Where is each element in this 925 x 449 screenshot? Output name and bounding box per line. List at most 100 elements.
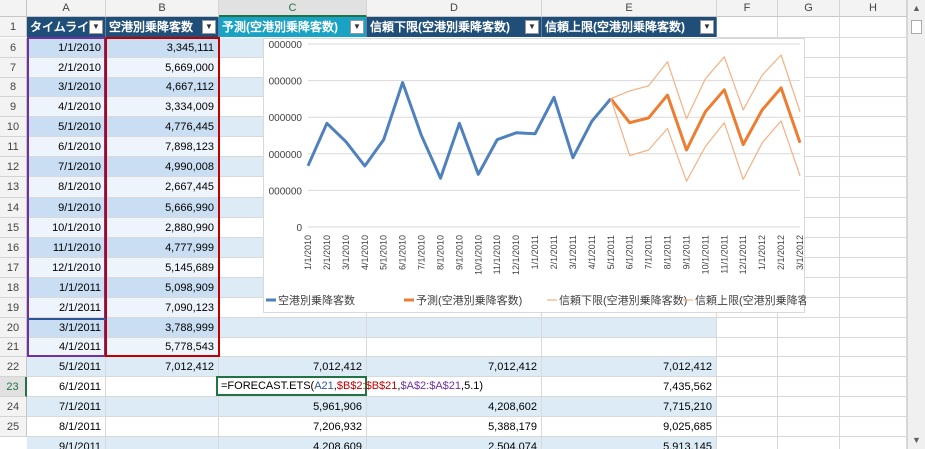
cell[interactable] xyxy=(840,318,907,338)
cell[interactable]: 5/1/2011 xyxy=(27,357,106,377)
row-header[interactable]: 9 xyxy=(0,97,27,117)
cell[interactable]: 4,776,445 xyxy=(106,117,219,137)
cell[interactable] xyxy=(106,417,219,437)
row-header[interactable]: 13 xyxy=(0,177,27,198)
cell[interactable]: 10/1/2010 xyxy=(27,218,106,238)
cell[interactable]: 2/1/2010 xyxy=(27,58,106,78)
column-header-c[interactable]: C xyxy=(219,0,367,17)
cell[interactable] xyxy=(717,377,778,397)
filter-dropdown-icon[interactable]: ▼ xyxy=(202,20,216,34)
cell[interactable]: 5,778,543 xyxy=(106,338,219,357)
cell[interactable] xyxy=(542,338,717,357)
cell[interactable] xyxy=(717,357,778,377)
cell-empty[interactable] xyxy=(840,17,907,38)
cell[interactable] xyxy=(219,338,367,357)
row-header[interactable]: 7 xyxy=(0,58,27,78)
column-header-h[interactable]: H xyxy=(840,0,907,17)
cell[interactable]: 3,334,009 xyxy=(106,97,219,117)
cell[interactable] xyxy=(840,78,907,97)
cell[interactable] xyxy=(778,318,840,338)
filter-dropdown-icon[interactable]: ▼ xyxy=(350,20,364,34)
spreadsheet-grid[interactable]: ABCDEFGH 1 6 7 8 9 10 11 12 13 14 15 16 17 18 19 20 21 22… xyxy=(0,0,907,449)
cell[interactable] xyxy=(367,318,542,338)
cell[interactable] xyxy=(717,397,778,417)
cell[interactable] xyxy=(717,417,778,437)
scroll-up-icon[interactable]: ▲ xyxy=(908,0,925,17)
cell[interactable]: 9,025,685 xyxy=(542,417,717,437)
row-header[interactable]: 17 xyxy=(0,258,27,278)
cell[interactable]: 3,345,111 xyxy=(106,38,219,58)
cell[interactable]: 5/1/2010 xyxy=(27,117,106,137)
cell[interactable]: 1/1/2011 xyxy=(27,278,106,298)
cell[interactable]: 4,208,602 xyxy=(367,397,542,417)
cell[interactable] xyxy=(840,338,907,357)
cell[interactable]: 9/1/2010 xyxy=(27,198,106,218)
cell[interactable]: 2,504,074 xyxy=(367,437,542,449)
cell[interactable] xyxy=(840,97,907,117)
cell[interactable] xyxy=(717,437,778,449)
cell[interactable]: 3,788,999 xyxy=(106,318,219,338)
cell[interactable]: 7,898,123 xyxy=(106,137,219,157)
filter-dropdown-icon[interactable]: ▼ xyxy=(89,20,103,34)
row-header[interactable]: 21 xyxy=(0,338,27,357)
filter-dropdown-icon[interactable]: ▼ xyxy=(700,20,714,34)
cell[interactable] xyxy=(778,397,840,417)
cell[interactable]: 7,012,412 xyxy=(219,357,367,377)
formula-edit-cell[interactable]: =FORECAST.ETS(A21,$B$2:$B$21,$A$2:$A$21,… xyxy=(216,376,483,396)
cell[interactable]: 5,961,906 xyxy=(219,397,367,417)
select-all-corner[interactable] xyxy=(0,0,27,17)
column-header-g[interactable]: G xyxy=(778,0,840,17)
cell[interactable]: 2/1/2011 xyxy=(27,298,106,318)
row-header[interactable]: 1 xyxy=(0,17,27,37)
row-header[interactable]: 11 xyxy=(0,137,27,157)
cell[interactable] xyxy=(717,338,778,357)
row-header[interactable]: 19 xyxy=(0,298,27,318)
cell[interactable]: 5,098,909 xyxy=(106,278,219,298)
cell[interactable] xyxy=(840,177,907,198)
cell[interactable]: 7,206,932 xyxy=(219,417,367,437)
cell[interactable]: 5,669,000 xyxy=(106,58,219,78)
cell[interactable] xyxy=(840,238,907,258)
cell[interactable] xyxy=(840,397,907,417)
cell[interactable]: 1/1/2010 xyxy=(27,38,106,58)
cell[interactable] xyxy=(778,357,840,377)
filter-dropdown-icon[interactable]: ▼ xyxy=(525,20,539,34)
cell[interactable] xyxy=(106,377,219,397)
cell[interactable]: 2,667,445 xyxy=(106,177,219,198)
cell[interactable] xyxy=(106,397,219,417)
cell[interactable]: 6/1/2011 xyxy=(27,377,106,397)
row-header[interactable]: 15 xyxy=(0,218,27,238)
column-header-f[interactable]: F xyxy=(717,0,778,17)
row-header[interactable]: 22 xyxy=(0,357,27,377)
column-header-a[interactable]: A xyxy=(27,0,106,17)
cell[interactable]: 4,990,008 xyxy=(106,157,219,177)
cell[interactable] xyxy=(840,298,907,318)
cell[interactable] xyxy=(219,318,367,338)
cell[interactable]: 7,012,412 xyxy=(367,357,542,377)
row-header[interactable]: 18 xyxy=(0,278,27,298)
row-header[interactable]: 16 xyxy=(0,238,27,258)
cell[interactable] xyxy=(840,377,907,397)
row-header[interactable]: 14 xyxy=(0,198,27,218)
cell[interactable] xyxy=(840,58,907,78)
cell[interactable]: 3/1/2011 xyxy=(27,318,106,338)
cell[interactable]: 6/1/2010 xyxy=(27,137,106,157)
cell[interactable] xyxy=(840,278,907,298)
vertical-scrollbar[interactable]: ▲ ▼ xyxy=(907,0,925,449)
cell[interactable]: 3/1/2010 xyxy=(27,78,106,97)
cell[interactable]: 4/1/2010 xyxy=(27,97,106,117)
cell[interactable] xyxy=(778,437,840,449)
cell[interactable] xyxy=(367,338,542,357)
cell[interactable] xyxy=(106,437,219,449)
cell[interactable] xyxy=(542,318,717,338)
row-header[interactable]: 8 xyxy=(0,78,27,97)
cell[interactable]: 4/1/2011 xyxy=(27,338,106,357)
forecast-chart[interactable]: 0 000000 000000 000000 000000 000000 1/1/2010 2… xyxy=(263,38,823,313)
cell[interactable] xyxy=(840,258,907,278)
cell[interactable]: 7,715,210 xyxy=(542,397,717,417)
cell[interactable]: 11/1/2010 xyxy=(27,238,106,258)
cell[interactable]: 5,913,145 xyxy=(542,437,717,449)
column-header-b[interactable]: B xyxy=(106,0,219,17)
cell[interactable]: 4,777,999 xyxy=(106,238,219,258)
cell[interactable] xyxy=(717,318,778,338)
